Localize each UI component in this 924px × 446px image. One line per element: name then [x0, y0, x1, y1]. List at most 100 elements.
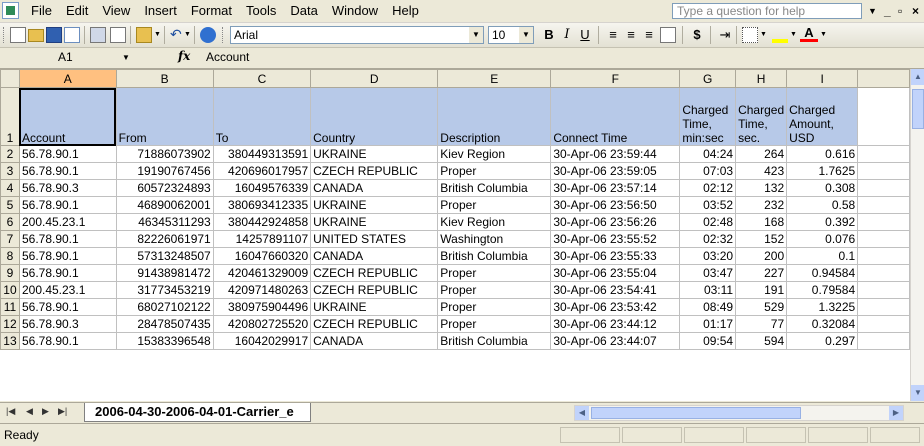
select-all-corner[interactable]: [0, 69, 20, 88]
print-icon[interactable]: [90, 27, 106, 43]
row-header[interactable]: 6: [0, 213, 20, 231]
align-right-icon[interactable]: ≡: [640, 27, 658, 43]
cell[interactable]: 30-Apr-06 23:59:05: [550, 162, 681, 180]
cell[interactable]: 264: [735, 145, 788, 163]
cell[interactable]: 0.79584: [786, 281, 859, 299]
paste-icon[interactable]: [136, 27, 152, 43]
cell[interactable]: [857, 264, 910, 282]
cell[interactable]: 30-Apr-06 23:53:42: [550, 298, 681, 316]
cell[interactable]: [857, 332, 910, 350]
cell[interactable]: [857, 298, 910, 316]
cell[interactable]: 30-Apr-06 23:44:07: [550, 332, 681, 350]
name-box-dropdown-icon[interactable]: ▼: [122, 53, 130, 62]
cell[interactable]: 01:17: [679, 315, 737, 333]
header-cell[interactable]: Description: [437, 87, 552, 146]
print-preview-icon[interactable]: [110, 27, 126, 43]
cell[interactable]: 420971480263: [212, 281, 312, 299]
sheet-tab[interactable]: 2006-04-30-2006-04-01-Carrier_e: [84, 403, 311, 422]
bold-button[interactable]: B: [540, 27, 558, 43]
cell[interactable]: 0.58: [786, 196, 859, 214]
cell[interactable]: 0.94584: [786, 264, 859, 282]
help-search-input[interactable]: Type a question for help: [672, 3, 862, 19]
column-header[interactable]: I: [786, 69, 859, 88]
cell[interactable]: [857, 315, 910, 333]
merge-center-icon[interactable]: [660, 27, 676, 43]
paste-dropdown-icon[interactable]: ▼: [154, 31, 161, 38]
cell[interactable]: 227: [735, 264, 788, 282]
header-cell[interactable]: Charged Time, min:sec: [679, 87, 737, 146]
header-cell[interactable]: From: [115, 87, 214, 146]
borders-icon[interactable]: [742, 27, 758, 43]
cell[interactable]: 57313248507: [115, 247, 214, 265]
cell[interactable]: 02:48: [679, 213, 737, 231]
cell[interactable]: CANADA: [310, 332, 439, 350]
cell[interactable]: 0.076: [786, 230, 859, 248]
cell[interactable]: 30-Apr-06 23:55:04: [550, 264, 681, 282]
cell[interactable]: 03:11: [679, 281, 737, 299]
cell[interactable]: CZECH REPUBLIC: [310, 162, 439, 180]
column-header[interactable]: B: [115, 69, 214, 88]
cell[interactable]: CANADA: [310, 247, 439, 265]
cell[interactable]: 91438981472: [115, 264, 214, 282]
excel-app-icon[interactable]: [2, 2, 19, 19]
minimize-icon[interactable]: _: [884, 3, 891, 19]
cell[interactable]: 1.3225: [786, 298, 859, 316]
cell[interactable]: 56.78.90.1: [18, 298, 117, 316]
cell[interactable]: 420461329009: [212, 264, 312, 282]
row-header[interactable]: 5: [0, 196, 20, 214]
cell[interactable]: British Columbia: [437, 247, 552, 265]
cell[interactable]: 31773453219: [115, 281, 214, 299]
vertical-scrollbar[interactable]: ▲ ▼: [910, 69, 924, 401]
menu-file[interactable]: File: [24, 0, 59, 22]
menu-edit[interactable]: Edit: [59, 0, 95, 22]
column-header[interactable]: F: [550, 69, 681, 88]
menu-format[interactable]: Format: [184, 0, 239, 22]
font-color-icon[interactable]: A: [800, 26, 818, 42]
cell[interactable]: [857, 179, 910, 197]
row-header[interactable]: 11: [0, 298, 20, 316]
cell[interactable]: 191: [735, 281, 788, 299]
row-header[interactable]: 7: [0, 230, 20, 248]
scroll-right-icon[interactable]: ▶: [889, 406, 903, 420]
cell[interactable]: UNITED STATES: [310, 230, 439, 248]
cell[interactable]: [857, 281, 910, 299]
cell[interactable]: 30-Apr-06 23:54:41: [550, 281, 681, 299]
cell[interactable]: 529: [735, 298, 788, 316]
row-header[interactable]: 8: [0, 247, 20, 265]
cell[interactable]: 0.1: [786, 247, 859, 265]
cell[interactable]: CZECH REPUBLIC: [310, 281, 439, 299]
last-sheet-icon[interactable]: ▶|: [58, 406, 67, 417]
cell[interactable]: 56.78.90.1: [18, 162, 117, 180]
cell[interactable]: 56.78.90.1: [18, 264, 117, 282]
permission-icon[interactable]: [64, 27, 80, 43]
row-header[interactable]: 10: [0, 281, 20, 299]
cell[interactable]: 594: [735, 332, 788, 350]
header-cell[interactable]: Charged Amount, USD: [786, 87, 859, 146]
header-cell[interactable]: Connect Time: [550, 87, 681, 146]
cell[interactable]: Proper: [437, 264, 552, 282]
cell[interactable]: 30-Apr-06 23:56:26: [550, 213, 681, 231]
font-size-dropdown-icon[interactable]: ▼: [519, 27, 533, 43]
font-name-dropdown-icon[interactable]: ▼: [469, 27, 483, 43]
horizontal-scroll-thumb[interactable]: [591, 407, 801, 419]
toolbar-grip[interactable]: [222, 27, 226, 43]
cell[interactable]: Proper: [437, 281, 552, 299]
cell[interactable]: CZECH REPUBLIC: [310, 315, 439, 333]
cell[interactable]: 04:24: [679, 145, 737, 163]
cell[interactable]: 16042029917: [212, 332, 312, 350]
cell[interactable]: 420802725520: [212, 315, 312, 333]
cell[interactable]: UKRAINE: [310, 213, 439, 231]
cell[interactable]: 03:52: [679, 196, 737, 214]
cell[interactable]: 423: [735, 162, 788, 180]
cell[interactable]: 08:49: [679, 298, 737, 316]
cell[interactable]: [857, 247, 910, 265]
font-color-dropdown-icon[interactable]: ▼: [820, 31, 827, 38]
column-header[interactable]: [857, 69, 910, 88]
menu-window[interactable]: Window: [325, 0, 385, 22]
cell[interactable]: 56.78.90.3: [18, 179, 117, 197]
cell[interactable]: UKRAINE: [310, 145, 439, 163]
undo-icon[interactable]: ↶: [170, 26, 182, 43]
cell[interactable]: 16049576339: [212, 179, 312, 197]
cell[interactable]: 1.7625: [786, 162, 859, 180]
cell[interactable]: 09:54: [679, 332, 737, 350]
